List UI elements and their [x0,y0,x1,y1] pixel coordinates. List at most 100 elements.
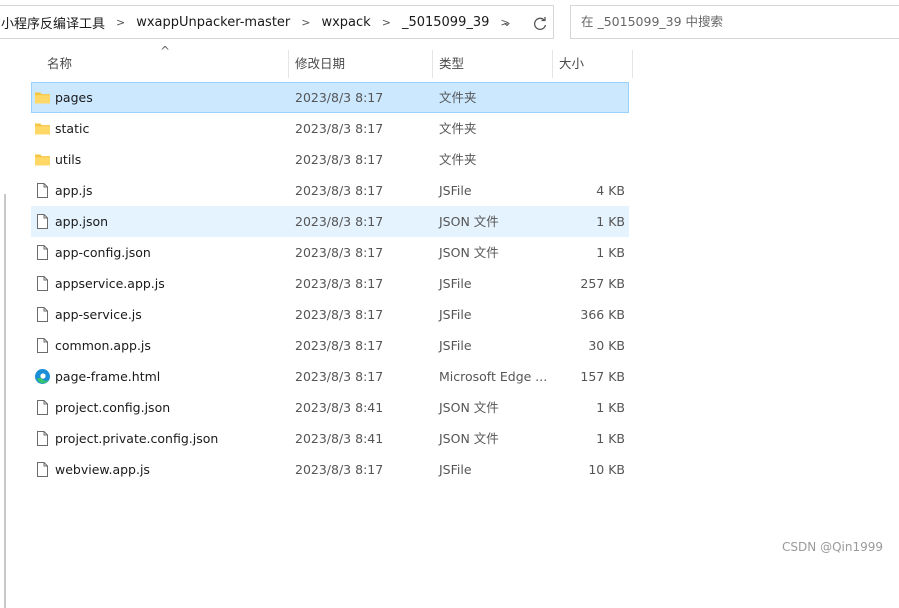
file-size: 366 KB [580,307,625,322]
file-date: 2023/8/3 8:17 [295,307,384,322]
file-date: 2023/8/3 8:17 [295,369,384,384]
file-icon [34,213,51,230]
file-name: app-config.json [55,245,151,260]
watermark: CSDN @Qin1999 [782,540,883,554]
file-icon [34,306,51,323]
folder-icon [34,120,51,137]
file-type: Microsoft Edge ... [439,369,548,384]
file-size: 257 KB [580,276,625,291]
file-size: 1 KB [596,245,625,260]
file-date: 2023/8/3 8:17 [295,338,384,353]
file-name: app.js [55,183,93,198]
file-size: 1 KB [596,400,625,415]
file-row[interactable]: app-service.js 2023/8/3 8:17 JSFile 366 KB [31,299,629,330]
file-row[interactable]: app.js 2023/8/3 8:17 JSFile 4 KB [31,175,629,206]
breadcrumb-item[interactable]: wxpack [319,15,372,30]
file-icon [34,430,51,447]
file-size: 157 KB [580,369,625,384]
file-date: 2023/8/3 8:17 [295,121,384,136]
file-size: 4 KB [596,183,625,198]
file-date: 2023/8/3 8:17 [295,462,384,477]
navigation-pane-edge [0,46,14,608]
file-date: 2023/8/3 8:17 [295,245,384,260]
file-type: JSFile [439,183,472,198]
file-icon [34,244,51,261]
navigation-bar: 小程序反编译工具 > wxappUnpacker-master > wxpack… [0,0,899,46]
file-name: page-frame.html [55,369,161,384]
column-divider[interactable] [632,50,633,78]
breadcrumb-item[interactable]: wxappUnpacker-master [134,15,292,30]
chevron-right-icon[interactable]: > [373,16,400,29]
file-name: app-service.js [55,307,142,322]
file-type: JSFile [439,307,472,322]
column-size[interactable]: 大小 [559,50,584,78]
file-icon [34,461,51,478]
file-name: project.private.config.json [55,431,219,446]
file-size: 10 KB [588,462,625,477]
column-type[interactable]: 类型 [439,50,464,78]
file-size: 1 KB [596,214,625,229]
file-type: JSFile [439,462,472,477]
file-date: 2023/8/3 8:17 [295,276,384,291]
file-name: project.config.json [55,400,171,415]
sort-ascending-icon: ^ [160,44,171,58]
file-type: JSON 文件 [439,214,499,229]
file-row[interactable]: pages 2023/8/3 8:17 文件夹 [31,82,629,113]
file-date: 2023/8/3 8:17 [295,214,384,229]
file-row[interactable]: page-frame.html 2023/8/3 8:17 Microsoft Ed… [31,361,629,392]
file-row[interactable]: app-config.json 2023/8/3 8:17 JSON 文件 1 KB [31,237,629,268]
file-type: 文件夹 [439,152,477,167]
file-row[interactable]: static 2023/8/3 8:17 文件夹 [31,113,629,144]
file-date: 2023/8/3 8:41 [295,431,384,446]
file-date: 2023/8/3 8:17 [295,183,384,198]
file-name: appservice.app.js [55,276,165,291]
file-name: utils [55,152,82,167]
file-type: JSON 文件 [439,431,499,446]
file-row[interactable]: webview.app.js 2023/8/3 8:17 JSFile 10 KB [31,454,629,485]
file-size: 1 KB [596,431,625,446]
breadcrumb-item[interactable]: 小程序反编译工具 [0,13,107,32]
file-name: app.json [55,214,109,229]
file-list: pages 2023/8/3 8:17 文件夹 static 2023/8/3 8:17… [31,82,629,485]
file-row[interactable]: common.app.js 2023/8/3 8:17 JSFile 30 KB [31,330,629,361]
file-row[interactable]: app.json 2023/8/3 8:17 JSON 文件 1 KB [31,206,629,237]
refresh-icon[interactable] [529,14,551,34]
file-icon [34,275,51,292]
column-divider[interactable] [552,50,553,78]
column-divider[interactable] [432,50,433,78]
file-icon [34,182,51,199]
file-row[interactable]: appservice.app.js 2023/8/3 8:17 JSFile 257 … [31,268,629,299]
breadcrumb-item[interactable]: _5015099_39 [400,15,491,30]
file-date: 2023/8/3 8:17 [295,90,384,105]
chevron-right-icon[interactable]: > [107,16,134,29]
column-header: ^ 名称 修改日期 类型 大小 [32,44,633,78]
file-icon [34,337,51,354]
chevron-down-icon[interactable]: ⌄ [497,15,517,33]
file-size: 30 KB [588,338,625,353]
file-type: JSFile [439,338,472,353]
file-date: 2023/8/3 8:41 [295,400,384,415]
file-name: pages [55,90,93,105]
column-name[interactable]: 名称 [47,50,72,78]
file-row[interactable]: utils 2023/8/3 8:17 文件夹 [31,144,629,175]
file-type: JSFile [439,276,472,291]
chevron-right-icon[interactable]: > [292,16,319,29]
search-input[interactable]: 在 _5015099_39 中搜索 [570,5,899,39]
column-date[interactable]: 修改日期 [295,50,345,78]
file-name: common.app.js [55,338,151,353]
file-type: 文件夹 [439,121,477,136]
file-name: webview.app.js [55,462,150,477]
file-name: static [55,121,90,136]
file-row[interactable]: project.config.json 2023/8/3 8:41 JSON 文件 1… [31,392,629,423]
file-row[interactable]: project.private.config.json 2023/8/3 8:41… [31,423,629,454]
file-type: JSON 文件 [439,245,499,260]
file-type: 文件夹 [439,90,477,105]
file-type: JSON 文件 [439,400,499,415]
file-date: 2023/8/3 8:17 [295,152,384,167]
edge-icon [34,368,51,385]
folder-icon [34,89,51,106]
column-divider[interactable] [288,50,289,78]
file-icon [34,399,51,416]
folder-icon [34,151,51,168]
address-bar[interactable]: 小程序反编译工具 > wxappUnpacker-master > wxpack… [0,5,554,39]
